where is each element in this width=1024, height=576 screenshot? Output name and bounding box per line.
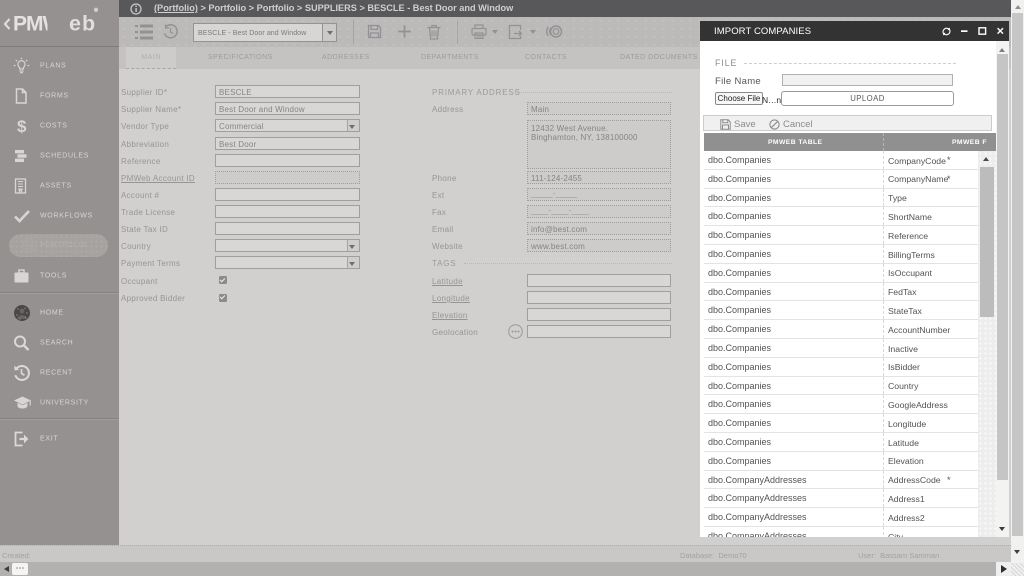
svg-text:PMW: PMW — [13, 13, 63, 36]
svg-text:eb: eb — [69, 12, 96, 36]
svg-text:$: $ — [17, 117, 27, 135]
